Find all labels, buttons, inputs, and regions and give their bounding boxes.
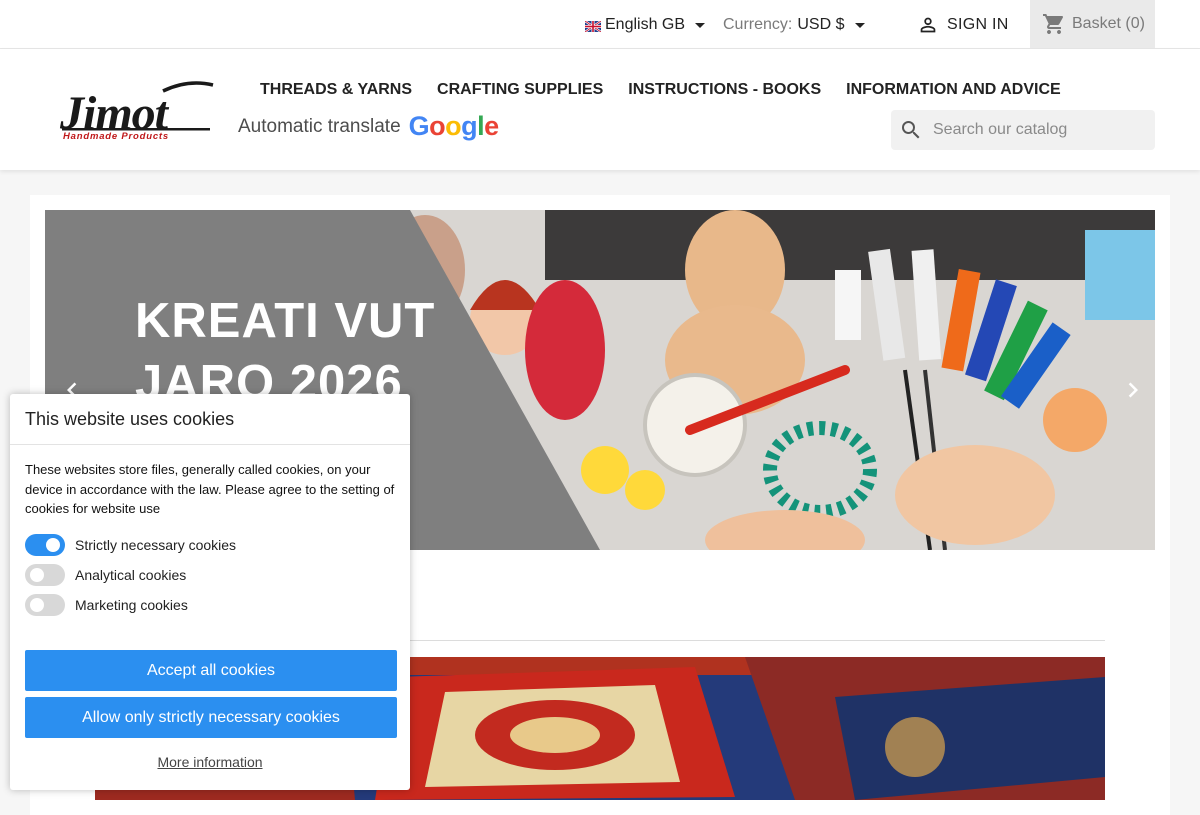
toggle-switch-off[interactable]: [25, 594, 65, 616]
nav-instructions-books[interactable]: INSTRUCTIONS - BOOKS: [628, 81, 821, 99]
language-label: English GB: [605, 16, 686, 33]
sign-in-link[interactable]: SIGN IN: [917, 14, 1009, 36]
accept-all-cookies-button[interactable]: Accept all cookies: [25, 650, 397, 691]
toggle-switch-on[interactable]: [25, 534, 65, 556]
jimot-logo[interactable]: Jimot Handmade Products: [58, 77, 218, 147]
nav-threads-yarns[interactable]: THREADS & YARNS: [260, 81, 412, 99]
more-information-link[interactable]: More information: [10, 754, 410, 770]
toggle-label: Analytical cookies: [75, 567, 187, 583]
sign-in-label: SIGN IN: [947, 16, 1009, 33]
main-nav: THREADS & YARNS CRAFTING SUPPLIES INSTRU…: [260, 81, 1061, 99]
currency-selector[interactable]: Currency: USD $: [723, 16, 866, 34]
cookie-consent-dialog: This website uses cookies These websites…: [10, 394, 410, 790]
top-bar: English GB Currency: USD $ SIGN IN Baske…: [0, 0, 1200, 49]
nav-information-advice[interactable]: INFORMATION AND ADVICE: [846, 81, 1061, 99]
nav-crafting-supplies[interactable]: CRAFTING SUPPLIES: [437, 81, 603, 99]
search-input[interactable]: [931, 120, 1145, 140]
slider-next-arrow[interactable]: [1118, 375, 1148, 405]
chevron-down-icon: [855, 22, 866, 28]
basket-button[interactable]: Basket (0): [1030, 0, 1155, 48]
cookie-dialog-description: These websites store files, generally ca…: [25, 462, 395, 516]
search-icon[interactable]: [899, 118, 923, 142]
toggle-label: Strictly necessary cookies: [75, 537, 237, 553]
user-icon: [920, 17, 936, 33]
currency-value: USD $: [797, 16, 845, 33]
shopping-cart-icon: [1043, 14, 1064, 34]
svg-text:Handmade Products: Handmade Products: [63, 131, 169, 142]
toggle-label: Marketing cookies: [75, 597, 188, 613]
uk-flag-icon: [585, 20, 601, 32]
site-header: Jimot Handmade Products THREADS & YARNS …: [0, 49, 1200, 170]
basket-label: Basket (0): [1072, 15, 1145, 32]
toggle-analytical[interactable]: Analytical cookies: [25, 564, 186, 586]
translate-label: Automatic translate: [238, 115, 401, 137]
toggle-strictly-necessary[interactable]: Strictly necessary cookies: [25, 534, 236, 556]
toggle-switch-off[interactable]: [25, 564, 65, 586]
search-box: [891, 110, 1155, 150]
cookie-dialog-title: This website uses cookies: [10, 394, 410, 445]
allow-necessary-cookies-button[interactable]: Allow only strictly necessary cookies: [25, 697, 397, 738]
currency-label: Currency:: [723, 16, 793, 33]
google-translate-widget[interactable]: Automatic translate Google: [238, 111, 499, 142]
language-selector[interactable]: English GB: [585, 16, 706, 34]
chevron-down-icon: [695, 22, 706, 28]
toggle-marketing[interactable]: Marketing cookies: [25, 594, 188, 616]
google-logo: Google: [408, 111, 500, 141]
